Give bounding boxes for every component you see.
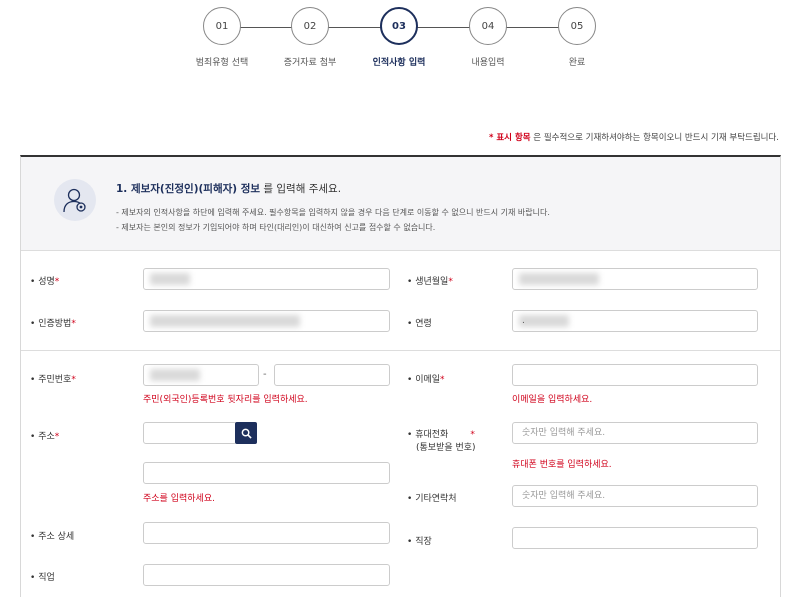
step-1-number: 01 (203, 7, 241, 45)
mobile-label-sub: (통보받을 번호) (416, 443, 476, 453)
rrn-front-input[interactable] (143, 364, 259, 386)
step-5-label: 완료 (568, 58, 586, 68)
step-1-label: 범죄유형 선택 (195, 58, 249, 68)
bullet: • (407, 277, 413, 287)
section-title-rest: 를 입력해 주세요. (260, 183, 342, 195)
age-value: . (522, 316, 525, 326)
required-star: * (54, 432, 60, 442)
step-2-number: 02 (291, 7, 329, 45)
email-label: • 이메일* (407, 372, 445, 385)
step-4: 04 내용입력 (443, 7, 533, 68)
email-input[interactable] (512, 364, 758, 386)
required-star: * (448, 277, 453, 287)
bullet: • (30, 375, 36, 385)
bullet: • (30, 319, 36, 329)
reporter-form: 1. 제보자(진정인)(피해자) 정보 를 입력해 주세요. - 제보자의 인적… (20, 155, 781, 597)
required-star: * (71, 375, 76, 385)
required-star: * (470, 430, 475, 440)
mobile-label: • 휴대전화 * (통보받을 번호) (407, 429, 476, 455)
workplace-input[interactable] (512, 527, 758, 549)
step-5-number: 05 (558, 7, 596, 45)
required-mark: * 표시 항목 (488, 133, 531, 143)
address-detail-label-text: 주소 상세 (38, 532, 75, 542)
mobile-error: 휴대폰 번호를 입력하세요. (512, 460, 612, 470)
step-3-label: 인적사항 입력 (372, 58, 426, 68)
section-title: 1. 제보자(진정인)(피해자) 정보 를 입력해 주세요. (116, 181, 341, 196)
step-3-number: 03 (380, 7, 418, 45)
bullet: • (30, 277, 36, 287)
name-label: • 성명* (30, 274, 59, 287)
mobile-input[interactable]: 숫자만 입력해 주세요. (512, 422, 758, 444)
section-title-bold: 1. 제보자(진정인)(피해자) 정보 (116, 183, 261, 195)
bullet: • (407, 494, 413, 504)
address-search-button[interactable] (235, 422, 257, 444)
search-icon (241, 428, 252, 439)
rrn-label: • 주민번호* (30, 372, 76, 385)
rrn-label-text: 주민번호 (38, 375, 72, 385)
bullet: • (407, 537, 413, 547)
required-star: * (440, 375, 445, 385)
address-label-text: 주소 (38, 432, 55, 442)
rrn-error: 주민(외국인)등록번호 뒷자리를 입력하세요. (143, 395, 308, 405)
bullet: • (30, 532, 36, 542)
other-contact-label: • 기타연락처 (407, 491, 457, 504)
step-4-label: 내용입력 (471, 58, 505, 68)
job-label-text: 직업 (38, 573, 55, 583)
step-2: 02 증거자료 첨부 (265, 7, 355, 68)
email-label-text: 이메일 (415, 375, 441, 385)
section-header: 1. 제보자(진정인)(피해자) 정보 를 입력해 주세요. - 제보자의 인적… (21, 157, 780, 251)
required-notice-text: 은 필수적으로 기재하셔야하는 항목이오니 반드시 기재 부탁드립니다. (530, 133, 779, 143)
address-detail-input[interactable] (143, 522, 390, 544)
bullet: • (30, 573, 36, 583)
reporter-icon (54, 179, 96, 221)
workplace-label-text: 직장 (415, 537, 432, 547)
other-contact-label-text: 기타연락처 (415, 494, 457, 504)
postcode-input[interactable] (143, 422, 237, 444)
age-input[interactable]: . (512, 310, 758, 332)
address-error: 주소를 입력하세요. (143, 494, 215, 504)
required-star: * (71, 319, 76, 329)
step-4-number: 04 (469, 7, 507, 45)
section-desc-2: - 제보자는 본인의 정보가 기입되어야 하며 타인(대리인)이 대신하여 신고… (116, 223, 436, 232)
age-label-text: 연령 (415, 319, 432, 329)
bullet: • (407, 430, 413, 440)
bullet: • (407, 319, 413, 329)
address-input[interactable] (143, 462, 390, 484)
email-error: 이메일을 입력하세요. (512, 395, 593, 405)
required-notice: * 표시 항목 은 필수적으로 기재하셔야하는 항목이오니 반드시 기재 부탁드… (489, 131, 779, 143)
step-1: 01 범죄유형 선택 (177, 7, 267, 68)
auth-method-input[interactable] (143, 310, 390, 332)
name-input[interactable] (143, 268, 390, 290)
birth-label-text: 생년월일 (415, 277, 449, 287)
workplace-label: • 직장 (407, 534, 432, 547)
bullet: • (30, 432, 36, 442)
section-desc-1: - 제보자의 인적사항을 하단에 입력해 주세요. 필수항목을 입력하지 않을 … (116, 208, 550, 217)
progress-stepper: 01 범죄유형 선택 02 증거자료 첨부 03 인적사항 입력 04 내용입력… (0, 7, 800, 77)
mobile-label-text: 휴대전화 (415, 430, 449, 440)
auth-label: • 인증방법* (30, 316, 76, 329)
birth-input[interactable] (512, 268, 758, 290)
step-5: 05 완료 (532, 7, 622, 68)
other-contact-input[interactable]: 숫자만 입력해 주세요. (512, 485, 758, 507)
required-star: * (54, 277, 60, 287)
address-label: • 주소* (30, 429, 59, 442)
age-label: • 연령 (407, 316, 432, 329)
name-label-text: 성명 (38, 277, 55, 287)
job-input[interactable] (143, 564, 390, 586)
rrn-back-input[interactable] (274, 364, 390, 386)
birth-label: • 생년월일* (407, 274, 453, 287)
step-2-label: 증거자료 첨부 (283, 58, 337, 68)
divider (21, 350, 780, 351)
step-3: 03 인적사항 입력 (354, 7, 444, 68)
job-label: • 직업 (30, 570, 55, 583)
auth-label-text: 인증방법 (38, 319, 72, 329)
bullet: • (407, 375, 413, 385)
address-detail-label: • 주소 상세 (30, 529, 74, 542)
rrn-separator: - (263, 369, 267, 380)
